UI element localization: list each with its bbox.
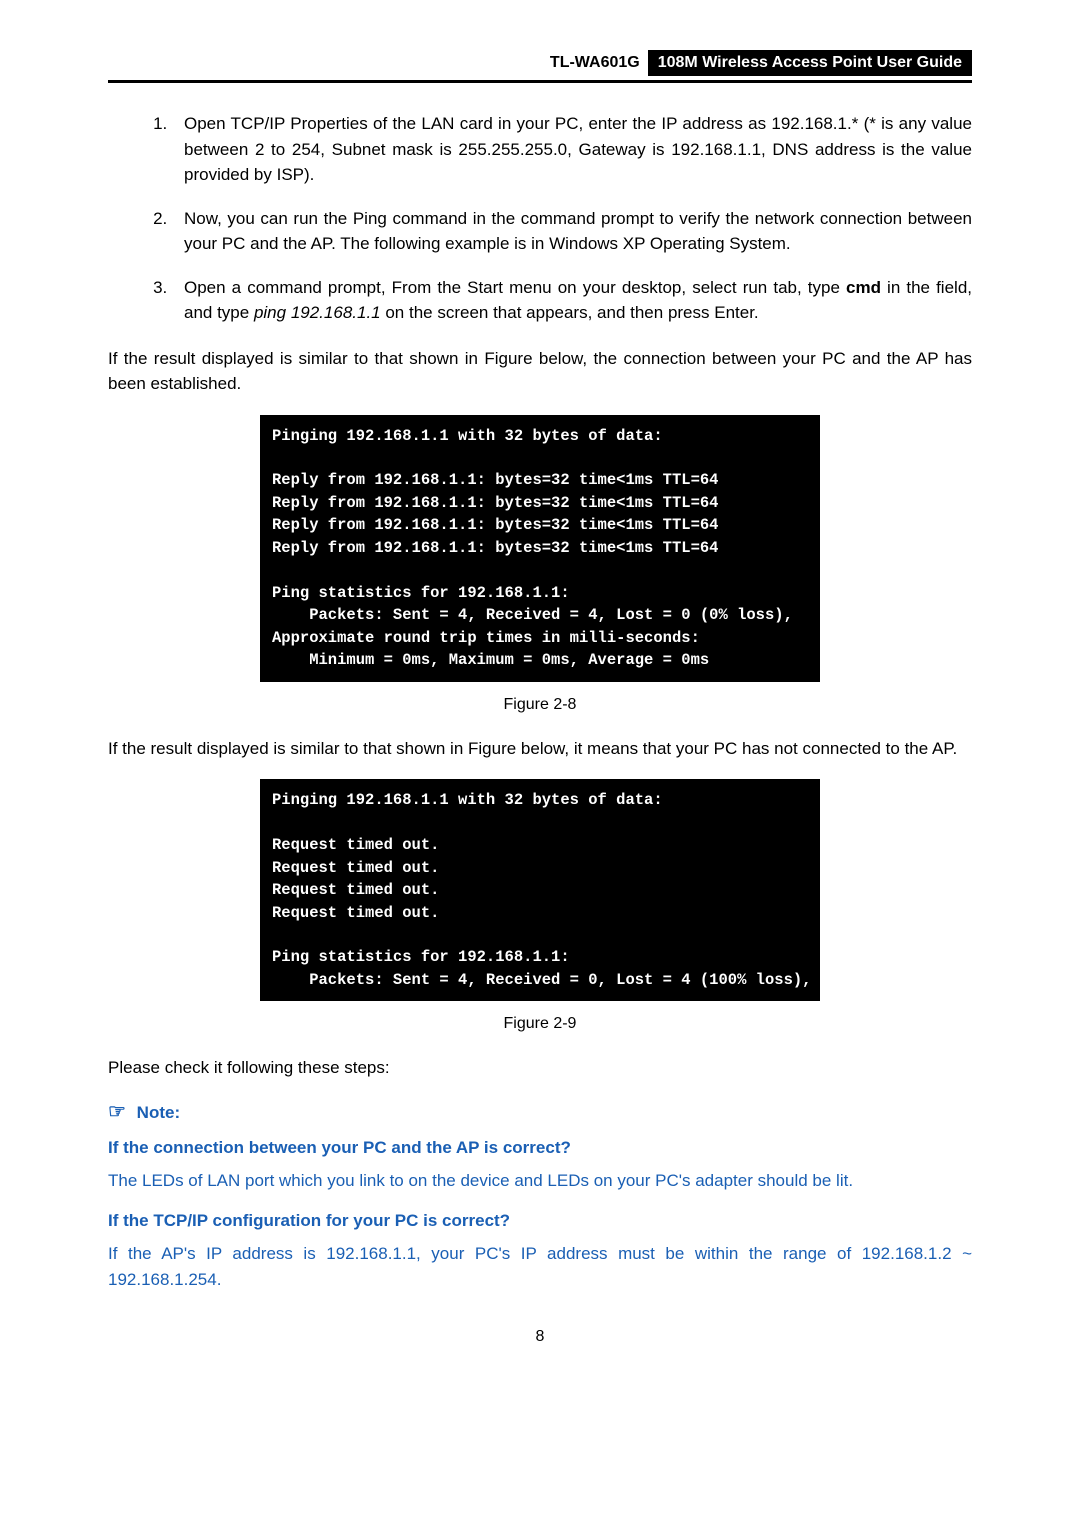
header-model: TL-WA601G xyxy=(542,50,648,76)
pointing-hand-icon: ☞ xyxy=(108,1101,126,1123)
paragraph-success-intro: If the result displayed is similar to th… xyxy=(108,346,972,397)
question-2: If the TCP/IP configuration for your PC … xyxy=(108,1211,972,1231)
answer-2: If the AP's IP address is 192.168.1.1, y… xyxy=(108,1241,972,1292)
question-1: If the connection between your PC and th… xyxy=(108,1138,972,1158)
document-page: TL-WA601G 108M Wireless Access Point Use… xyxy=(0,0,1080,1527)
step-3-text-a: Open a command prompt, From the Start me… xyxy=(184,278,846,297)
header-rule xyxy=(108,80,972,83)
step-1: Open TCP/IP Properties of the LAN card i… xyxy=(172,111,972,188)
terminal-output-fail: Pinging 192.168.1.1 with 32 bytes of dat… xyxy=(260,779,820,1001)
note-heading: ☞ Note: xyxy=(108,1099,972,1124)
page-header: TL-WA601G 108M Wireless Access Point Use… xyxy=(108,50,972,76)
header-title: 108M Wireless Access Point User Guide xyxy=(648,50,972,76)
step-2: Now, you can run the Ping command in the… xyxy=(172,206,972,257)
paragraph-fail-intro: If the result displayed is similar to th… xyxy=(108,736,972,762)
answer-1: The LEDs of LAN port which you link to o… xyxy=(108,1168,972,1194)
paragraph-check-steps: Please check it following these steps: xyxy=(108,1055,972,1081)
note-label: Note: xyxy=(137,1103,180,1122)
page-number: 8 xyxy=(108,1328,972,1346)
step-3: Open a command prompt, From the Start me… xyxy=(172,275,972,326)
step-3-text-c: on the screen that appears, and then pre… xyxy=(381,303,759,322)
step-3-ping: ping 192.168.1.1 xyxy=(254,303,381,322)
step-list: Open TCP/IP Properties of the LAN card i… xyxy=(108,111,972,326)
step-2-text: Now, you can run the Ping command in the… xyxy=(184,209,972,254)
step-1-text: Open TCP/IP Properties of the LAN card i… xyxy=(184,114,972,184)
terminal-output-success: Pinging 192.168.1.1 with 32 bytes of dat… xyxy=(260,415,820,682)
figure-caption-2: Figure 2-9 xyxy=(108,1015,972,1033)
step-3-cmd: cmd xyxy=(846,278,881,297)
figure-caption-1: Figure 2-8 xyxy=(108,696,972,714)
